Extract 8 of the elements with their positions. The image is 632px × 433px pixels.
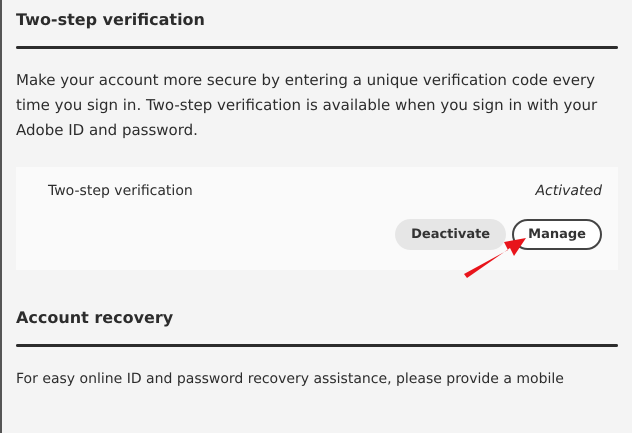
section-description: Make your account more secure by entering a unique verification code every time you sign in. Two-step verification is available when you sign in with your Adobe ID and password.: [16, 70, 598, 141]
manage-button[interactable]: Manage: [512, 219, 602, 250]
section-title: Two-step verification: [16, 9, 206, 29]
status-text: Activated: [535, 183, 602, 199]
section-description: For easy online ID and password recovery assistance, please provide a mobile: [16, 370, 565, 389]
deactivate-button[interactable]: Deactivate: [395, 219, 506, 250]
section-title: Account recovery: [16, 307, 174, 327]
setting-label: Two-step verification: [48, 183, 193, 199]
